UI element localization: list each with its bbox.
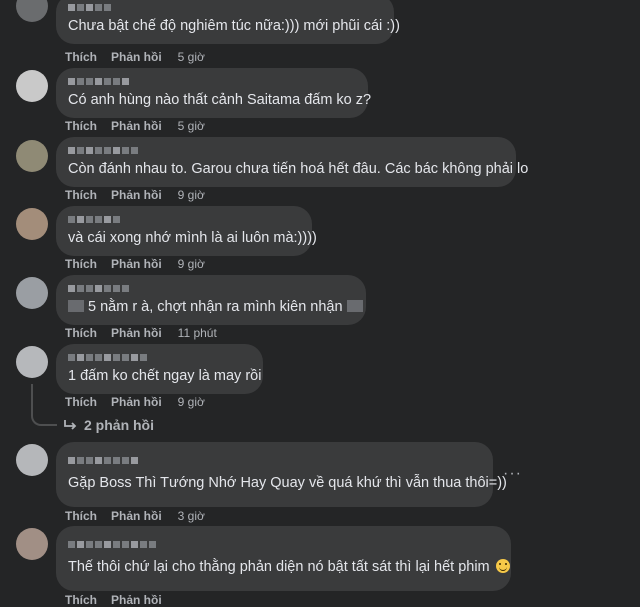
comment-text: Thế thôi chứ lại cho thằng phản diện nó … xyxy=(68,558,510,577)
avatar[interactable] xyxy=(16,444,48,476)
reply-button[interactable]: Phản hồi xyxy=(111,509,162,523)
like-button[interactable]: Thích xyxy=(65,593,97,607)
reply-button[interactable]: Phản hồi xyxy=(111,119,162,133)
like-button[interactable]: Thích xyxy=(65,326,97,340)
comment-bubble: Có anh hùng nào thất cảnh Saitama đấm ko… xyxy=(56,68,372,118)
comment-actions: Thích Phản hồi 9 giờ xyxy=(65,257,205,271)
like-button[interactable]: Thích xyxy=(65,395,97,409)
comment-bubble: 1 đấm ko chết ngay là may rồi xyxy=(56,344,263,394)
reply-button[interactable]: Phản hồi xyxy=(111,257,162,271)
commenter-name-blurred[interactable] xyxy=(68,75,356,87)
timestamp[interactable]: 9 giờ xyxy=(178,188,205,202)
comment-text: Có anh hùng nào thất cảnh Saitama đấm ko… xyxy=(68,92,372,108)
comment-text: 5 nằm r à, chợt nhận ra mình kiên nhận xyxy=(68,298,363,317)
commenter-name-blurred[interactable] xyxy=(68,454,481,466)
like-button[interactable]: Thích xyxy=(65,50,97,64)
like-button[interactable]: Thích xyxy=(65,188,97,202)
avatar[interactable] xyxy=(16,70,48,102)
comment-text: 1 đấm ko chết ngay là may rồi xyxy=(68,368,262,384)
comment-actions: Thích Phản hồi xyxy=(65,593,176,607)
avatar[interactable] xyxy=(16,140,48,172)
reply-arrow-icon xyxy=(64,420,77,430)
timestamp[interactable]: 5 giờ xyxy=(178,50,205,64)
comment-actions: Thích Phản hồi 3 giờ xyxy=(65,509,205,523)
blurred-emoji-icon xyxy=(346,300,363,312)
timestamp[interactable]: 5 giờ xyxy=(178,119,205,133)
reply-button[interactable]: Phản hồi xyxy=(111,395,162,409)
commenter-name-blurred[interactable] xyxy=(68,213,300,225)
commenter-name-blurred[interactable] xyxy=(68,351,251,363)
like-button[interactable]: Thích xyxy=(65,509,97,523)
timestamp[interactable]: 3 giờ xyxy=(178,509,205,523)
comment-text: và cái xong nhớ mình là ai luôn mà:)))) xyxy=(68,230,317,246)
comment-text-content: 5 nằm r à, chợt nhận ra mình kiên nhận xyxy=(88,299,343,315)
comment-bubble: Chưa bật chế độ nghiêm túc nữa:))) mới p… xyxy=(56,0,400,44)
smiley-emoji-icon xyxy=(495,559,510,573)
replies-count: 2 phản hồi xyxy=(84,417,154,433)
thread-connector-line xyxy=(31,384,57,426)
avatar[interactable] xyxy=(16,208,48,240)
avatar[interactable] xyxy=(16,0,48,22)
comment-text: Còn đánh nhau to. Garou chưa tiến hoá hế… xyxy=(68,161,529,177)
comment-text: Gặp Boss Thì Tướng Nhớ Hay Quay về quá k… xyxy=(68,475,507,491)
reply-button[interactable]: Phản hồi xyxy=(111,50,162,64)
comment-actions: Thích Phản hồi 5 giờ xyxy=(65,119,205,133)
reply-button[interactable]: Phản hồi xyxy=(111,326,162,340)
commenter-name-blurred[interactable] xyxy=(68,1,382,13)
view-replies-link[interactable]: 2 phản hồi xyxy=(64,417,154,433)
comment-bubble: Gặp Boss Thì Tướng Nhớ Hay Quay về quá k… xyxy=(56,442,507,507)
avatar[interactable] xyxy=(16,346,48,378)
more-options-icon[interactable]: ··· xyxy=(503,465,522,483)
like-button[interactable]: Thích xyxy=(65,119,97,133)
timestamp[interactable]: 9 giờ xyxy=(178,395,205,409)
like-button[interactable]: Thích xyxy=(65,257,97,271)
comment-text-content: Thế thôi chứ lại cho thằng phản diện nó … xyxy=(68,559,490,575)
reply-button[interactable]: Phản hồi xyxy=(111,188,162,202)
commenter-name-blurred[interactable] xyxy=(68,282,354,294)
comment-actions: Thích Phản hồi 5 giờ xyxy=(65,50,205,64)
avatar[interactable] xyxy=(16,277,48,309)
comment-bubble: Thế thôi chứ lại cho thằng phản diện nó … xyxy=(56,526,511,591)
timestamp[interactable]: 11 phút xyxy=(178,326,217,340)
blurred-emoji-icon xyxy=(68,300,84,312)
comment-actions: Thích Phản hồi 9 giờ xyxy=(65,188,205,202)
comment-bubble: Còn đánh nhau to. Garou chưa tiến hoá hế… xyxy=(56,137,529,187)
commenter-name-blurred[interactable] xyxy=(68,144,504,156)
commenter-name-blurred[interactable] xyxy=(68,538,499,550)
comment-bubble: và cái xong nhớ mình là ai luôn mà:)))) xyxy=(56,206,317,256)
comment-bubble: 5 nằm r à, chợt nhận ra mình kiên nhận xyxy=(56,275,366,325)
avatar[interactable] xyxy=(16,528,48,560)
reply-button[interactable]: Phản hồi xyxy=(111,593,162,607)
comment-actions: Thích Phản hồi 9 giờ xyxy=(65,395,205,409)
timestamp[interactable]: 9 giờ xyxy=(178,257,205,271)
comment-actions: Thích Phản hồi 11 phút xyxy=(65,326,217,340)
comment-text: Chưa bật chế độ nghiêm túc nữa:))) mới p… xyxy=(68,18,400,34)
